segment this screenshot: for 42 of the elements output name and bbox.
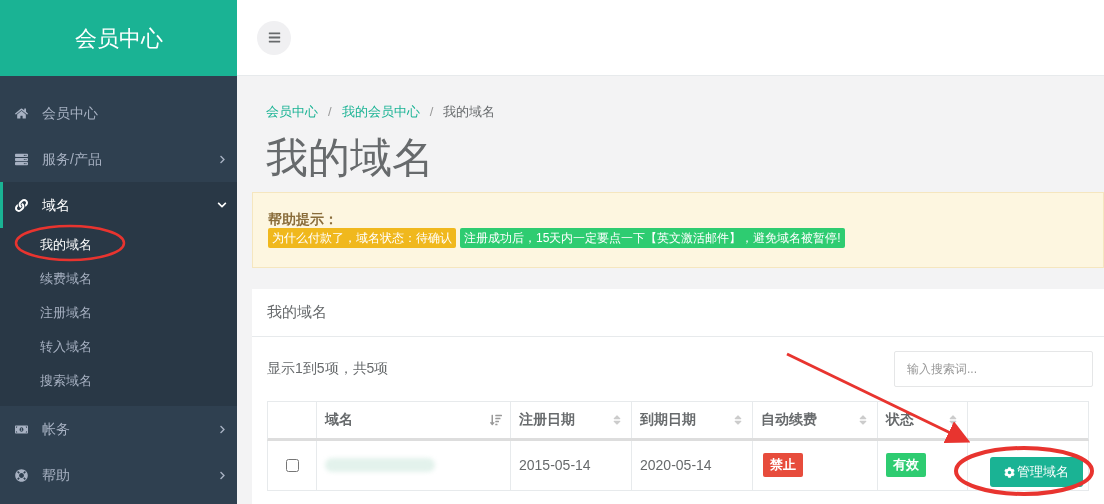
submenu-item[interactable]: 搜索域名 bbox=[40, 371, 92, 391]
submenu-item[interactable]: 注册域名 bbox=[40, 303, 92, 323]
search-field[interactable]: 输入搜索词... bbox=[894, 350, 1093, 387]
server-icon bbox=[15, 152, 28, 166]
column-header[interactable]: 注册日期 bbox=[519, 409, 575, 430]
table-info: 显示1到5项，共5项 bbox=[267, 359, 389, 378]
auto-renew-badge: 禁止 bbox=[763, 453, 803, 477]
column-header[interactable]: 域名 bbox=[325, 409, 353, 430]
home-icon bbox=[15, 106, 28, 120]
chevron-right-icon bbox=[218, 424, 227, 434]
panel-title: 我的域名 bbox=[267, 301, 327, 322]
sidebar-item[interactable]: 帮助 bbox=[0, 452, 237, 498]
chevron-right-icon bbox=[218, 154, 227, 164]
sidebar-item[interactable]: 会员中心 bbox=[0, 90, 237, 136]
submenu-item[interactable]: 转入域名 bbox=[40, 337, 92, 357]
link-icon bbox=[15, 198, 28, 212]
breadcrumb-separator: / bbox=[428, 103, 435, 121]
chevron-right-icon bbox=[218, 470, 227, 480]
column-header[interactable]: 自动续费 bbox=[761, 409, 817, 430]
submenu-item[interactable]: 我的域名 bbox=[40, 235, 92, 255]
sort-icon[interactable] bbox=[947, 413, 959, 426]
menu-icon bbox=[267, 31, 281, 44]
gear-icon bbox=[1004, 466, 1015, 478]
sidebar-item[interactable]: 帐务 bbox=[0, 406, 237, 452]
help-icon bbox=[15, 468, 28, 482]
breadcrumb-separator: / bbox=[327, 103, 333, 121]
sort-icon[interactable] bbox=[490, 413, 502, 426]
breadcrumb-current: 我的域名 bbox=[443, 103, 496, 121]
page-title: 我的域名 bbox=[266, 133, 435, 183]
submenu-item[interactable]: 续费域名 bbox=[40, 269, 92, 289]
help-tag: 注册成功后，15天内一定要点一下【英文激活邮件】，避免域名被暂停! bbox=[460, 227, 845, 248]
table-cell-text: 2015-05-14 bbox=[519, 455, 591, 475]
table-cell-text: 2020-05-14 bbox=[640, 455, 712, 475]
column-header[interactable]: 到期日期 bbox=[640, 409, 696, 430]
sidebar-item[interactable]: 服务/产品 bbox=[0, 136, 237, 182]
row-checkbox[interactable] bbox=[285, 458, 299, 472]
chevron-down-icon bbox=[217, 200, 227, 210]
menu-toggle-button[interactable] bbox=[257, 20, 291, 55]
help-tag: 为什么付款了，域名状态：待确认 bbox=[268, 227, 456, 248]
status-badge: 有效 bbox=[886, 453, 926, 477]
help-title: 帮助提示： bbox=[268, 210, 339, 227]
brand-header: 会员中心 bbox=[0, 0, 237, 76]
